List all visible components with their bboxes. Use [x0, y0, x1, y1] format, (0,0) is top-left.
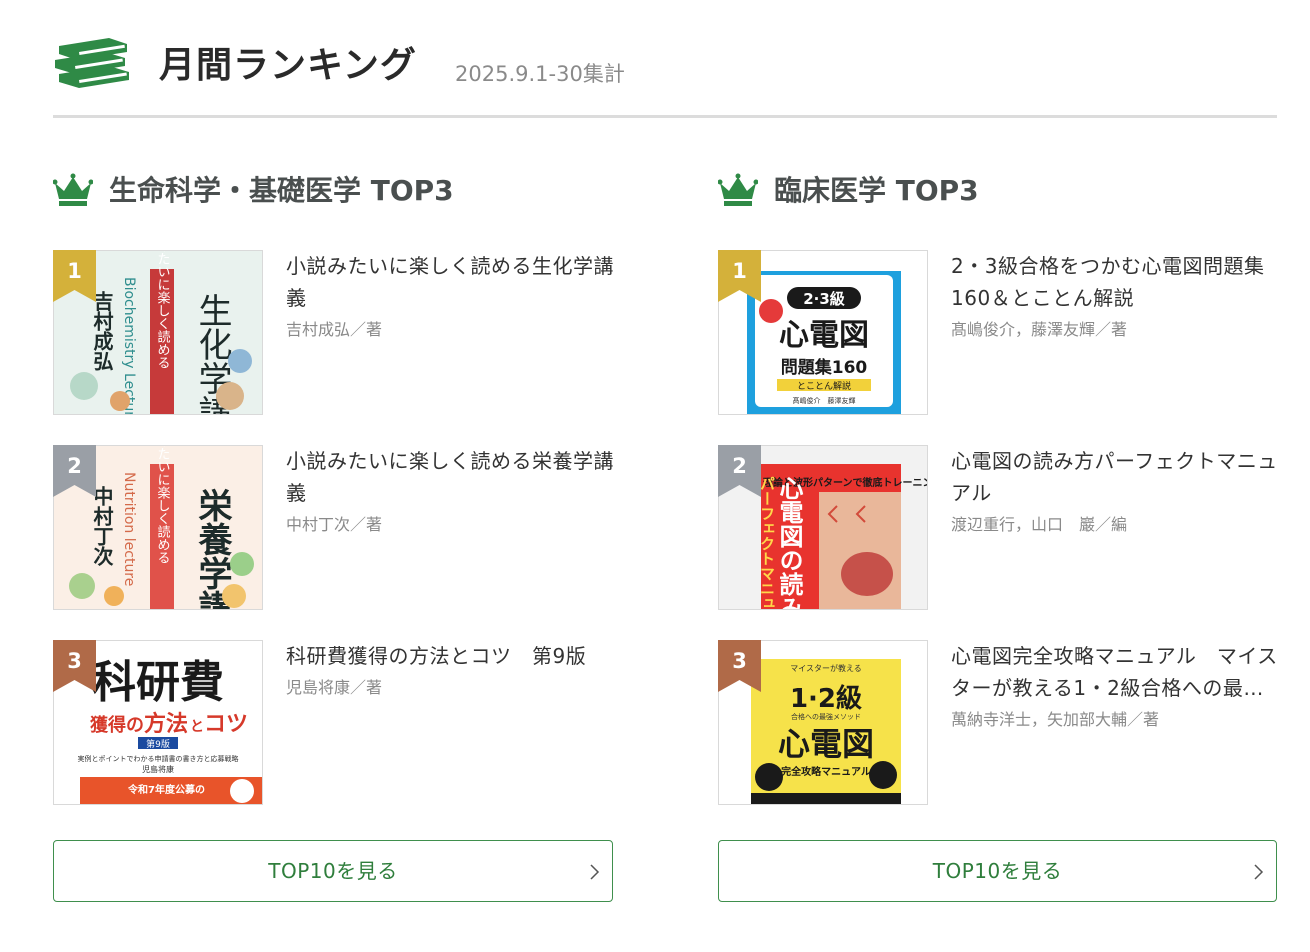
book-info: 心電図完全攻略マニュアル マイスターが教える1・2級合格への最強メソッド 萬納寺… — [951, 640, 1281, 732]
books-icon — [55, 38, 129, 88]
section-header: 臨床医学 TOP3 — [718, 168, 1278, 214]
book-author: 中村丁次／著 — [286, 515, 383, 534]
top10-button[interactable]: TOP10を見る — [53, 840, 613, 902]
book-author: 髙嶋俊介，藤澤友輝／著 — [951, 320, 1128, 339]
cover-line: 実例とポイントでわかる申請書の書き方と応募戦略 — [78, 754, 239, 763]
book-info: 心電図の読み方パーフェクトマニュアル 渡辺重行，山口 巖／編 — [951, 445, 1281, 537]
rank-badge: 3 — [718, 640, 761, 692]
top10-button-label: TOP10を見る — [932, 859, 1063, 883]
cover-author: 吉村成弘 — [90, 291, 114, 371]
cover-sub: 完全攻略マニュアル — [781, 765, 871, 778]
book-author: 渡辺重行，山口 巖／編 — [951, 515, 1128, 534]
book-title-link[interactable]: 2・3級合格をつかむ心電図問題集160＆とことん解説 — [951, 250, 1281, 314]
cover-badge: 2·3級 — [803, 290, 845, 308]
ranking-header: 月間ランキング 2025.9.1-30集計 — [53, 36, 1277, 118]
section-basic-medicine: 生命科学・基礎医学 TOP3 小説みたいに楽しく読める 吉村成弘 Biochem… — [53, 168, 614, 902]
cover-title: 心電図 — [779, 318, 869, 353]
cover-sub: 獲得の — [90, 714, 144, 736]
top10-button[interactable]: TOP10を見る — [718, 840, 1277, 902]
rank-badge: 2 — [718, 445, 761, 497]
cover-en-title: Nutrition lecture — [121, 472, 137, 586]
cover-top-text: 小説みたいに楽しく読める — [155, 251, 171, 369]
cover-title: 科研費 — [92, 657, 224, 708]
book-author: 児島将康／著 — [286, 678, 383, 697]
ranking-item[interactable]: 科研費 獲得の 方法 と コツ 第9版 実例とポイントでわかる申請書の書き方と応… — [53, 640, 613, 805]
book-title-link[interactable]: 心電図完全攻略マニュアル マイスターが教える1・2級合格への最強メソッド — [951, 640, 1281, 704]
section-header: 生命科学・基礎医学 TOP3 — [53, 168, 613, 214]
cover-small: 合格への最強メソッド — [791, 712, 861, 721]
cover-sub: 方法 — [144, 711, 188, 737]
top10-button-label: TOP10を見る — [268, 859, 398, 883]
section-title: 生命科学・基礎医学 TOP3 — [109, 174, 454, 207]
cover-sub2: とことん解説 — [797, 380, 851, 392]
cover-top-text: 小説みたいに楽しく読める — [155, 446, 171, 564]
book-title-link[interactable]: 小説みたいに楽しく読める生化学講義 — [286, 250, 616, 314]
rank-number: 2 — [732, 454, 747, 478]
ranking-item[interactable]: マイスターが教える 1·2級 合格への最強メソッド 心電図 完全攻略マニュアル … — [718, 640, 1278, 805]
rank-number: 2 — [67, 454, 82, 478]
cover-edition: 第9版 — [146, 738, 170, 750]
rank-badge: 2 — [53, 445, 96, 497]
cover-author: 児島将康 — [142, 764, 174, 774]
cover-sub: コツ — [204, 712, 248, 737]
chevron-right-icon — [1254, 864, 1264, 880]
section-title: 臨床医学 TOP3 — [774, 174, 979, 207]
cover-badge: 1·2級 — [790, 683, 862, 714]
book-author: 吉村成弘／著 — [286, 320, 383, 339]
book-title-link[interactable]: 小説みたいに楽しく読める栄養学講義 — [286, 445, 616, 509]
crown-icon — [53, 173, 93, 206]
book-info: 科研費獲得の方法とコツ 第9版 児島将康／著 — [286, 640, 616, 700]
cover-title: 心電図の読み方 — [775, 476, 803, 609]
rank-number: 1 — [732, 259, 747, 283]
chevron-right-icon — [590, 864, 600, 880]
rank-number: 3 — [732, 649, 747, 673]
book-title-link[interactable]: 心電図の読み方パーフェクトマニュアル — [951, 445, 1281, 509]
ranking-item[interactable]: 小説みたいに楽しく読める 吉村成弘 Biochemistry Lecture 生… — [53, 250, 616, 415]
crown-icon — [718, 173, 758, 206]
rank-number: 1 — [67, 259, 82, 283]
book-info: 小説みたいに楽しく読める生化学講義 吉村成弘／著 — [286, 250, 616, 342]
page-title: 月間ランキング — [159, 45, 417, 86]
book-info: 2・3級合格をつかむ心電図問題集160＆とことん解説 髙嶋俊介，藤澤友輝／著 — [951, 250, 1281, 342]
book-info: 小説みたいに楽しく読める栄養学講義 中村丁次／著 — [286, 445, 616, 537]
cover-band: 令和7年度公募の — [127, 783, 205, 796]
rank-badge: 1 — [718, 250, 761, 302]
book-title-link[interactable]: 科研費獲得の方法とコツ 第9版 — [286, 640, 616, 672]
ranking-item[interactable]: 理論と波形パターンで徹底トレーニング! 心電図の読み方 パーフェクトマニュアル … — [718, 445, 1278, 610]
cover-authors: 髙嶋俊介 藤澤友輝 — [793, 396, 856, 405]
cover-sub: 問題集160 — [781, 357, 868, 378]
ranking-item[interactable]: 小説みたいに楽しく読める 中村丁次 Nutrition lecture 栄養学講… — [53, 445, 616, 610]
book-author: 萬納寺洋士，矢加部大輔／著 — [951, 710, 1160, 729]
rank-badge: 1 — [53, 250, 96, 302]
ranking-item[interactable]: 2·3級 心電図 問題集160 とことん解説 髙嶋俊介 藤澤友輝 1 2・3級合… — [718, 250, 1278, 415]
cover-sub: と — [190, 719, 204, 735]
cover-title: 心電図 — [778, 725, 874, 763]
rank-number: 3 — [67, 649, 82, 673]
section-clinical-medicine: 臨床医学 TOP3 2·3級 心電図 問題集160 とことん解説 髙嶋俊介 藤澤… — [718, 168, 1278, 902]
ranking-period: 2025.9.1-30集計 — [455, 62, 625, 86]
rank-badge: 3 — [53, 640, 96, 692]
cover-top-text: マイスターが教える — [790, 663, 862, 673]
